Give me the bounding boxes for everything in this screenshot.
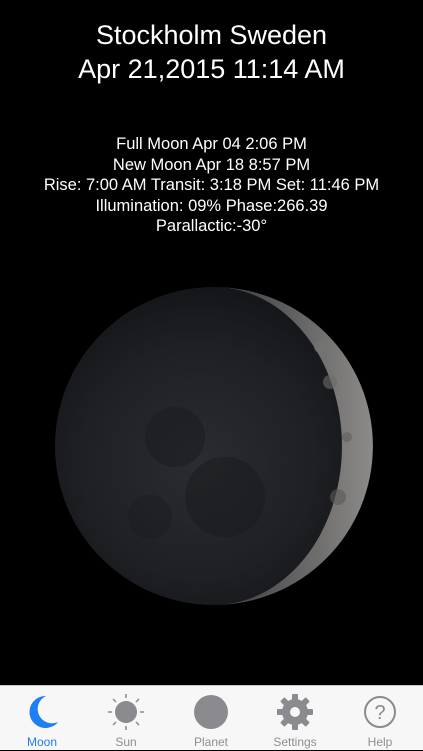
question-icon: ? — [360, 692, 400, 732]
moon-phase-graphic — [55, 287, 373, 605]
tab-moon[interactable]: Moon — [0, 686, 84, 751]
header: Stockholm Sweden Apr 21,2015 11:14 AM — [0, 18, 423, 86]
tab-help[interactable]: ? Help — [338, 686, 422, 751]
tab-settings[interactable]: Settings — [253, 686, 337, 751]
gear-icon — [275, 692, 315, 732]
tab-settings-label: Settings — [273, 735, 317, 749]
tab-help-label: Help — [367, 735, 393, 749]
svg-text:?: ? — [374, 702, 385, 724]
full-moon-text: Full Moon Apr 04 2:06 PM — [116, 135, 307, 153]
moon-icon — [22, 692, 62, 732]
moon-image — [55, 287, 373, 605]
illumination-phase-text: Illumination: 09% Phase:266.39 — [95, 196, 328, 215]
tab-sun[interactable]: Sun — [84, 686, 168, 751]
tab-moon-label: Moon — [26, 735, 58, 749]
planet-icon — [191, 692, 231, 732]
tab-planet-label: Planet — [193, 735, 229, 749]
datetime-title: Apr 21,2015 11:14 AM — [78, 54, 345, 84]
new-moon-text: New Moon Apr 18 8:57 PM — [112, 155, 311, 174]
tab-planet[interactable]: Planet — [169, 686, 253, 751]
location-title: Stockholm Sweden — [95, 20, 328, 50]
rise-transit-set-text: Rise: 7:00 AM Transit: 3:18 PM Set: 11:4… — [43, 176, 380, 194]
moon-info: Full Moon Apr 04 2:06 PM New Moon Apr 18… — [0, 134, 423, 237]
parallactic-text: Parallactic:-30° — [155, 217, 268, 235]
tab-sun-label: Sun — [115, 735, 137, 749]
sun-icon — [106, 692, 146, 732]
tab-bar: Moon Sun Planet Settings ? Help — [0, 685, 423, 750]
